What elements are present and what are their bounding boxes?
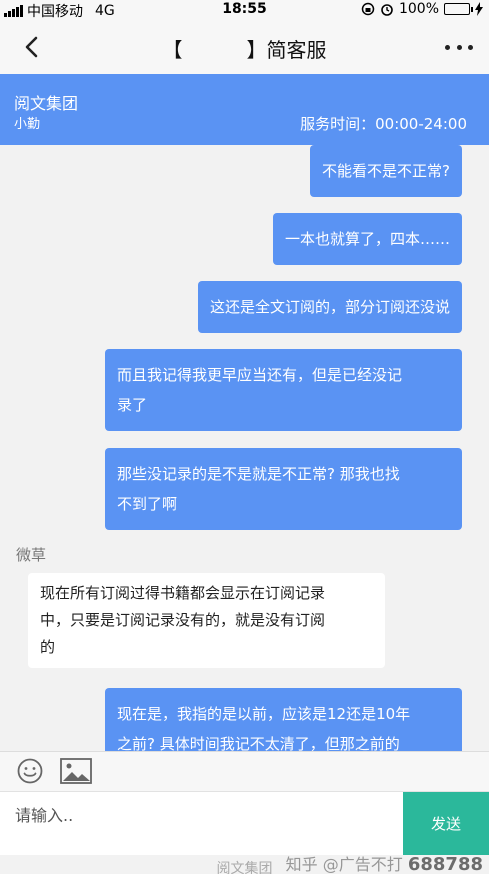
user-message: 而且我记得我更早应当还有，但是已经没记 录了 bbox=[105, 349, 462, 431]
message-line: 的 bbox=[40, 638, 56, 656]
message-line: 不到了啊 bbox=[117, 495, 178, 513]
message-line: 一本也就算了，四本…… bbox=[284, 230, 450, 248]
input-toolbar bbox=[0, 751, 489, 791]
message-line: 现在所有订阅过得书籍都会显示在订阅记录 bbox=[40, 584, 326, 602]
message-line: 这还是全文订阅的，部分订阅还没说 bbox=[209, 298, 450, 316]
image-button[interactable] bbox=[60, 757, 92, 785]
more-dot bbox=[445, 44, 450, 50]
message-line: 不能看不是不正常? bbox=[322, 162, 450, 180]
battery-icon bbox=[444, 3, 473, 15]
agent-name: 小勤 bbox=[14, 117, 41, 132]
nav-bar: 【 】简客服 bbox=[0, 20, 489, 74]
message-line: 之前? 具体时间我记不太清了，但那之前的 bbox=[117, 735, 400, 751]
page-title: 【 】简客服 bbox=[0, 34, 489, 63]
company-name: 阅文集团 bbox=[14, 94, 79, 113]
more-options-button[interactable] bbox=[445, 34, 473, 60]
alarm-icon bbox=[381, 4, 393, 16]
status-bar: 中国移动 4G 18:55 100% bbox=[0, 0, 489, 20]
battery-percent: 100% bbox=[398, 1, 439, 17]
status-right: 100% bbox=[361, 1, 483, 17]
title-text: 】简客服 bbox=[246, 38, 327, 62]
agent-sender-name: 微草 bbox=[16, 546, 47, 564]
more-dot bbox=[456, 44, 462, 50]
watermark-number: 688788 bbox=[407, 854, 483, 874]
user-message: 这还是全文订阅的，部分订阅还没说 bbox=[197, 281, 462, 333]
message-line: 中，只要是订阅记录没有的，就是没有订阅 bbox=[40, 611, 326, 629]
message-line: 录了 bbox=[117, 396, 148, 414]
input-area: 发送 bbox=[0, 791, 489, 855]
message-line: 而且我记得我更早应当还有，但是已经没记 bbox=[117, 366, 403, 384]
title-left-bracket: 【 bbox=[162, 38, 183, 62]
message-line: 那些没记录的是不是就是不正常? 那我也找 bbox=[117, 465, 400, 483]
service-header: 阅文集团 小勤 服务时间：00:00-24:00 bbox=[0, 74, 489, 145]
watermark: 知乎 @广告不打 688788 bbox=[286, 851, 483, 874]
rotation-lock-icon bbox=[361, 2, 375, 16]
service-hours: 服务时间：00:00-24:00 bbox=[300, 115, 467, 133]
user-message: 一本也就算了，四本…… bbox=[272, 213, 462, 265]
more-dot bbox=[468, 44, 473, 50]
agent-message: 现在所有订阅过得书籍都会显示在订阅记录 中，只要是订阅记录没有的，就是没有订阅 … bbox=[28, 573, 385, 668]
user-message: 那些没记录的是不是就是不正常? 那我也找 不到了啊 bbox=[105, 448, 462, 530]
emoji-button[interactable] bbox=[17, 758, 43, 784]
message-input[interactable] bbox=[0, 792, 403, 854]
send-button[interactable]: 发送 bbox=[403, 792, 489, 855]
chat-area[interactable]: 不能看不是不正常? 一本也就算了，四本…… 这还是全文订阅的，部分订阅还没说 而… bbox=[0, 145, 489, 751]
user-message: 现在是，我指的是以前，应该是12还是10年 之前? 具体时间我记不太清了，但那之… bbox=[105, 688, 462, 751]
message-line: 现在是，我指的是以前，应该是12还是10年 bbox=[117, 705, 411, 723]
user-message: 不能看不是不正常? bbox=[310, 145, 462, 197]
emoji-icon bbox=[17, 758, 43, 784]
watermark-prefix: 知乎 @广告不打 bbox=[285, 855, 403, 874]
charging-icon bbox=[475, 2, 483, 16]
image-icon bbox=[60, 758, 92, 784]
